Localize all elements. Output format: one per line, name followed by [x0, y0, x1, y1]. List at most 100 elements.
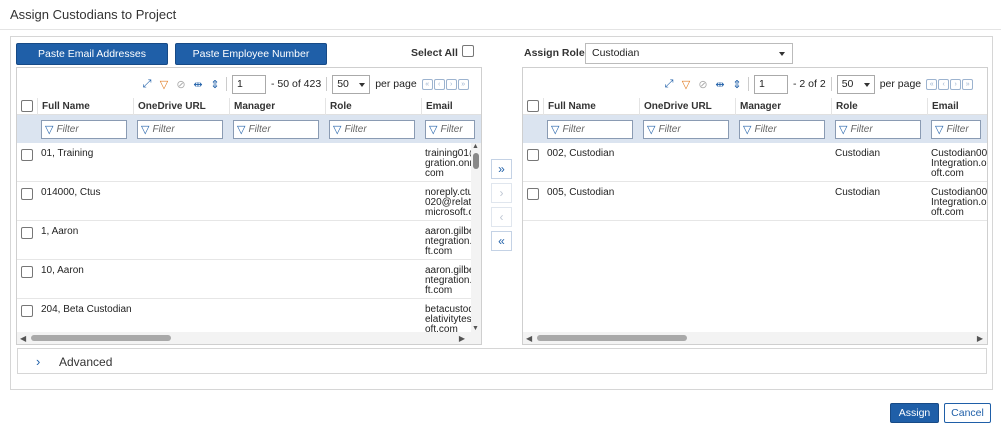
filter-row: ▽ Filter ▽ Filter ▽ Filter ▽ Filter ▽ Filter [523, 115, 987, 143]
row-height-icon[interactable]: ⇕ [209, 78, 221, 91]
column-manager[interactable]: Manager [735, 97, 831, 115]
horizontal-scrollbar[interactable]: ◀ ▶ [523, 332, 987, 344]
clear-filter-icon[interactable]: ⊘ [175, 78, 187, 91]
horizontal-scrollbar[interactable]: ◀ ▶ [17, 332, 481, 344]
chevron-right-icon[interactable]: › [36, 354, 40, 369]
pager-buttons: « ‹ › » [421, 78, 469, 90]
scroll-thumb[interactable] [537, 335, 687, 341]
header-checkbox[interactable] [21, 100, 33, 112]
filter-icon[interactable]: ▽ [680, 78, 692, 91]
remove-all-button[interactable]: « [491, 231, 512, 251]
row-checkbox[interactable] [527, 149, 539, 161]
assign-button[interactable]: Assign [890, 403, 939, 423]
column-role[interactable]: Role [325, 97, 421, 115]
column-full-name[interactable]: Full Name [37, 97, 133, 115]
fit-columns-icon[interactable]: ⇹ [192, 78, 204, 91]
filter-email[interactable]: ▽ Filter [425, 120, 475, 139]
column-role[interactable]: Role [831, 97, 927, 115]
per-page-label: per page [879, 78, 922, 90]
chevron-down-icon [359, 82, 366, 87]
last-page-icon[interactable]: » [962, 78, 974, 90]
cell-full-name: 014000, Ctus [41, 187, 101, 198]
table-row[interactable]: 002, Custodian Custodian Custodian002 Int… [523, 143, 987, 182]
column-onedrive-url[interactable]: OneDrive URL [133, 97, 229, 115]
cell-email: aaron.gilbe ntegration. ft.com [425, 226, 475, 257]
scroll-down-icon[interactable]: ▼ [472, 325, 479, 332]
table-row[interactable]: 1, Aaron aaron.gilbe ntegration. ft.com [17, 221, 475, 260]
row-height-icon[interactable]: ⇕ [731, 78, 743, 91]
title-divider [0, 29, 1001, 30]
next-page-icon[interactable]: › [950, 78, 962, 90]
row-checkbox[interactable] [21, 305, 33, 317]
clear-filter-icon[interactable]: ⊘ [697, 78, 709, 91]
column-full-name[interactable]: Full Name [543, 97, 639, 115]
row-checkbox[interactable] [21, 266, 33, 278]
assign-role-value: Custodian [592, 47, 640, 59]
page-number-input[interactable]: 1 [754, 74, 788, 94]
row-checkbox[interactable] [21, 188, 33, 200]
filter-full-name[interactable]: ▽ Filter [547, 120, 633, 139]
page-size-select[interactable]: 50 [332, 74, 371, 94]
column-manager[interactable]: Manager [229, 97, 325, 115]
expand-icon[interactable]: ⤢ [141, 78, 153, 90]
header-checkbox[interactable] [527, 100, 539, 112]
add-selected-button[interactable]: › [491, 183, 512, 203]
fit-columns-icon[interactable]: ⇹ [714, 78, 726, 91]
scroll-left-icon[interactable]: ◀ [20, 334, 26, 343]
scroll-thumb[interactable] [473, 153, 479, 169]
table-row[interactable]: 005, Custodian Custodian Custodian005 Int… [523, 182, 987, 221]
table-row[interactable]: 01, Training training01@ gration.onn com [17, 143, 479, 182]
expand-icon[interactable]: ⤢ [663, 78, 675, 90]
filter-role[interactable]: ▽ Filter [835, 120, 921, 139]
cell-full-name: 10, Aaron [41, 265, 84, 276]
cell-email: noreply.ctu 020@relati microsoft.c [425, 187, 474, 218]
first-page-icon[interactable]: « [926, 78, 938, 90]
scroll-right-icon[interactable]: ▶ [977, 334, 983, 343]
filter-onedrive-url[interactable]: ▽ Filter [643, 120, 729, 139]
table-row[interactable]: 10, Aaron aaron.gilbe ntegration. ft.com [17, 260, 474, 299]
advanced-section[interactable]: › Advanced [17, 348, 987, 374]
page-size-select[interactable]: 50 [836, 74, 875, 94]
grid-toolbar: ⤢ ▽ ⊘ ⇹ ⇕ 1 - 2 of 2 50 per page « ‹ › » [663, 73, 974, 95]
filter-icon[interactable]: ▽ [158, 78, 170, 91]
filter-role[interactable]: ▽ Filter [329, 120, 415, 139]
per-page-label: per page [375, 78, 417, 90]
assign-role-select[interactable]: Custodian [585, 43, 793, 64]
table-row[interactable]: 014000, Ctus noreply.ctu 020@relati micros… [17, 182, 474, 221]
prev-page-icon[interactable]: ‹ [938, 78, 950, 90]
filter-icon: ▽ [839, 124, 848, 136]
filter-full-name[interactable]: ▽ Filter [41, 120, 127, 139]
filter-row: ▽ Filter ▽ Filter ▽ Filter ▽ Filter ▽ Filter [17, 115, 481, 143]
vertical-scrollbar[interactable]: ▲ ▼ [471, 143, 481, 332]
row-checkbox[interactable] [21, 227, 33, 239]
paste-email-button[interactable]: Paste Email Addresses [16, 43, 168, 65]
column-email[interactable]: Email [927, 97, 987, 115]
row-checkbox[interactable] [527, 188, 539, 200]
add-all-button[interactable]: » [491, 159, 512, 179]
column-email[interactable]: Email [421, 97, 481, 115]
scroll-left-icon[interactable]: ◀ [526, 334, 532, 343]
scroll-thumb[interactable] [31, 335, 171, 341]
filter-email[interactable]: ▽ Filter [931, 120, 981, 139]
next-page-icon[interactable]: › [445, 78, 457, 90]
paste-employee-number-button[interactable]: Paste Employee Number [175, 43, 327, 65]
column-onedrive-url[interactable]: OneDrive URL [639, 97, 735, 115]
page-range: - 50 of 423 [271, 78, 322, 90]
filter-onedrive-url[interactable]: ▽ Filter [137, 120, 223, 139]
chevron-down-icon [863, 82, 870, 87]
cell-full-name: 005, Custodian [547, 187, 615, 198]
cancel-button[interactable]: Cancel [944, 403, 991, 423]
assigned-custodians-grid: ⤢ ▽ ⊘ ⇹ ⇕ 1 - 2 of 2 50 per page « ‹ › »… [522, 67, 988, 345]
page-number-input[interactable]: 1 [232, 74, 266, 94]
remove-selected-button[interactable]: ‹ [491, 207, 512, 227]
select-all-checkbox[interactable] [462, 45, 474, 57]
prev-page-icon[interactable]: ‹ [433, 78, 445, 90]
scroll-up-icon[interactable]: ▲ [472, 143, 479, 150]
filter-manager[interactable]: ▽ Filter [739, 120, 825, 139]
last-page-icon[interactable]: » [457, 78, 469, 90]
first-page-icon[interactable]: « [421, 78, 433, 90]
filter-manager[interactable]: ▽ Filter [233, 120, 319, 139]
scroll-right-icon[interactable]: ▶ [459, 334, 465, 343]
row-checkbox[interactable] [21, 149, 33, 161]
cell-role: Custodian [835, 187, 881, 198]
